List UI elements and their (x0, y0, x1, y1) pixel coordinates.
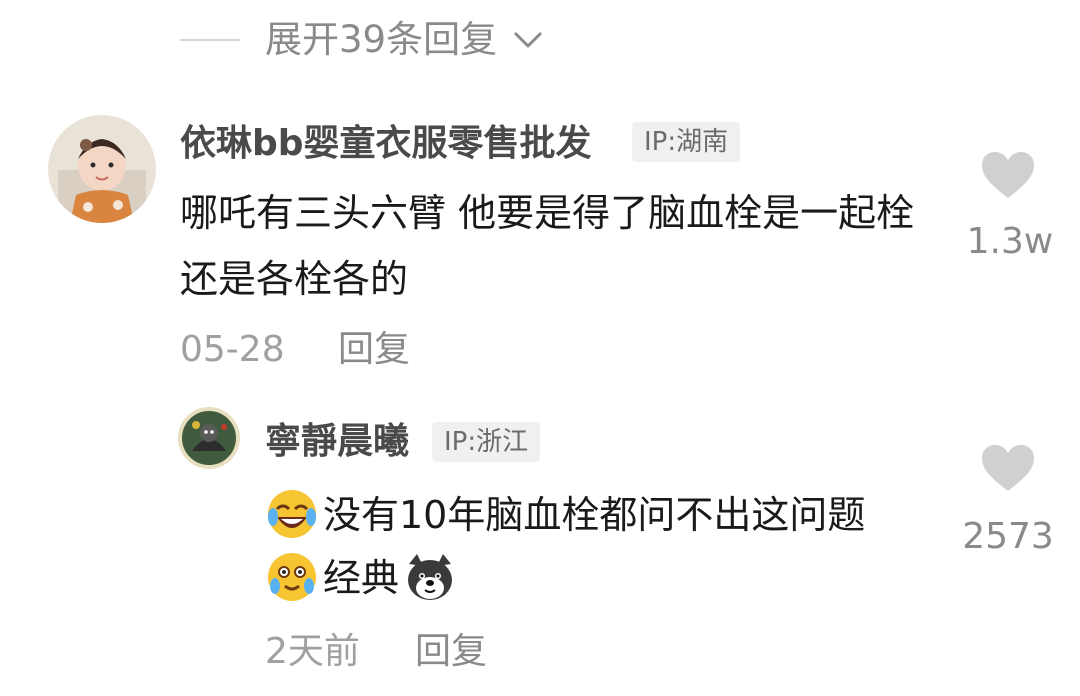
dog-doge-emoji (408, 553, 453, 600)
ip-location-badge: IP:浙江 (432, 422, 541, 462)
avatar[interactable] (48, 115, 156, 223)
like-count: 2573 (962, 516, 1054, 557)
expand-replies-button[interactable]: 展开39条回复 (265, 16, 497, 64)
reply-button[interactable]: 回复 (338, 328, 410, 372)
ip-location-badge: IP:湖南 (632, 122, 741, 162)
avatar[interactable] (178, 407, 240, 469)
reply-button[interactable]: 回复 (415, 630, 487, 674)
comment-text: 哪吒有三头六臂 他要是得了脑血栓是一起栓还是各栓各的 (180, 191, 915, 301)
username[interactable]: 寧靜晨曦 (265, 420, 409, 464)
comment-text-line: 没有10年脑血栓都问不出这问题 (265, 482, 865, 548)
expand-divider-line (180, 39, 240, 41)
username[interactable]: 依琳bb婴童衣服零售批发 (180, 122, 592, 166)
laughing-crying-emoji (268, 489, 316, 538)
tears-of-joy-emoji (268, 552, 316, 601)
heart-icon[interactable] (980, 443, 1036, 493)
chevron-down-icon[interactable] (512, 28, 544, 52)
comment-date: 05-28 (180, 329, 285, 370)
like-count: 1.3w (966, 221, 1054, 262)
comment-text-line: 经典 (265, 545, 461, 611)
comment-date: 2天前 (265, 631, 360, 672)
heart-icon[interactable] (980, 150, 1036, 200)
